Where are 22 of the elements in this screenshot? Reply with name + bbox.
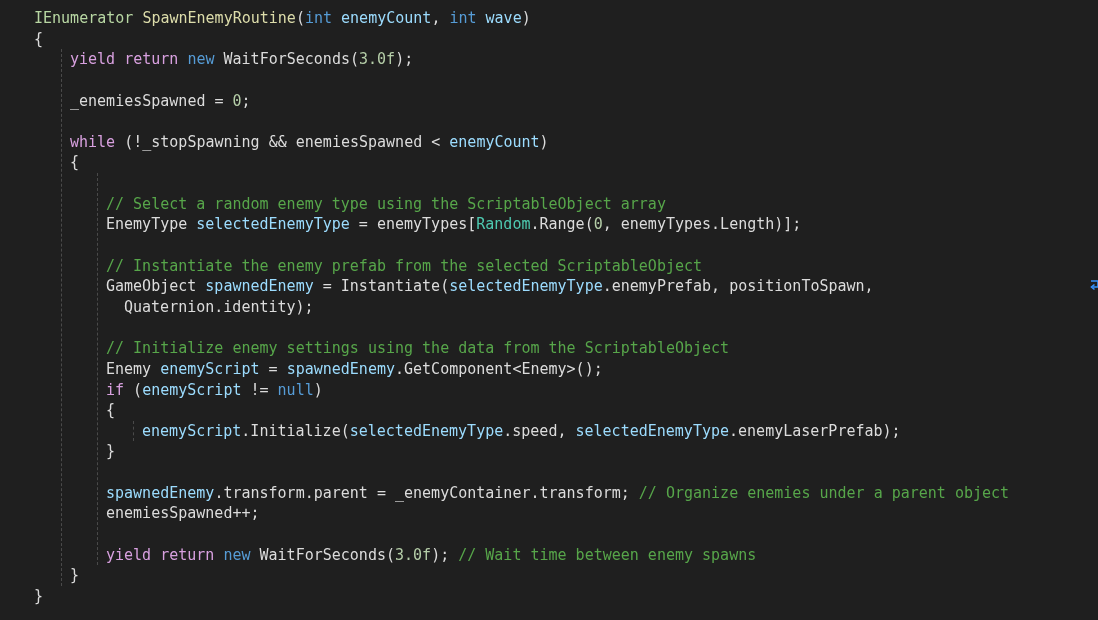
code-line: GameObject spawnedEnemy = Instantiate(selectedEnemyType.enemyPrefab, positionToSpawn, (106, 276, 874, 297)
code-line: } (34, 585, 44, 607)
code-line: { (106, 400, 116, 421)
code-line: spawnedEnemy.transform.parent = _enemyContainer.transform; // Organize enemies under a parent object (106, 482, 1010, 504)
code-line: Quaternion.identity); (123, 296, 314, 318)
code-line: if (enemyScript != null) (106, 379, 323, 401)
code-line: } (106, 441, 116, 463)
code-comment: // Select a random enemy type using the ScriptableObject array (106, 193, 666, 215)
code-comment: // Instantiate the enemy prefab from the selected ScriptableObject (106, 255, 703, 277)
code-line: { (70, 152, 80, 174)
code-comment: // Initialize enemy settings using the data from the ScriptableObject (106, 338, 730, 359)
code-line: yield return new WaitForSeconds(3.0f); (70, 49, 414, 70)
code-line: IEnumerator SpawnEnemyRoutine(int enemyCount, int wave) (34, 8, 531, 29)
code-line: } (70, 565, 80, 586)
code-line: enemyScript.Initialize(selectedEnemyType.speed, selectedEnemyType.enemyLaserPrefab); (142, 420, 901, 442)
code-line: while (!_stopSpawning && enemiesSpawned < enemyCount) (70, 131, 549, 153)
code-line: _enemiesSpawned = 0; (70, 90, 251, 112)
code-line: Enemy enemyScript = spawnedEnemy.GetComponent<Enemy>(); (106, 358, 603, 380)
code-line: EnemyType selectedEnemyType = enemyTypes[Random.Range(0, enemyTypes.Length)]; (106, 214, 802, 236)
code-line: yield return new WaitForSeconds(3.0f); // Wait time between enemy spawns (106, 544, 757, 566)
code-line: enemiesSpawned++; (106, 503, 260, 524)
code-line: { (34, 28, 44, 50)
